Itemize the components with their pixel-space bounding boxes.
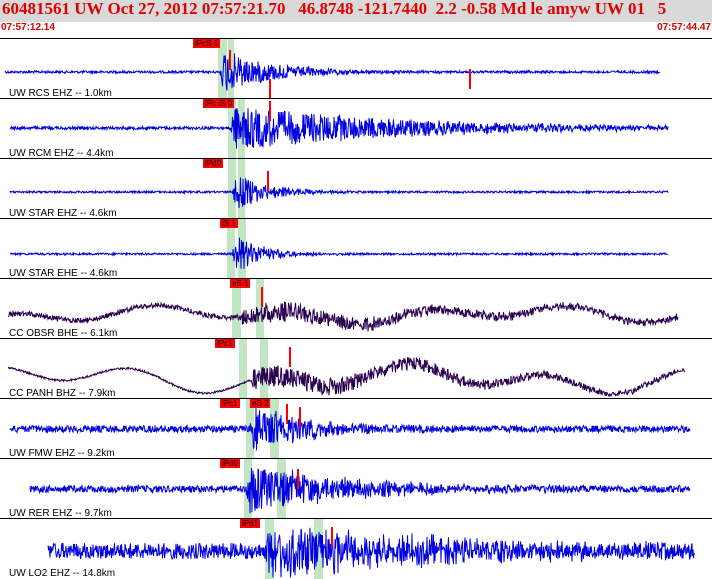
waveform-line <box>4 53 661 91</box>
trace-panel-obsr-bhe[interactable]: eS 1 CC OBSR BHE -- 6.1km <box>0 278 712 339</box>
event-title: 60481561 UW Oct 27, 2012 07:57:21.70 46.… <box>2 0 667 18</box>
trace-panel-star-ehz[interactable]: iPd0 UW STAR EHZ -- 4.6km <box>0 158 712 219</box>
waveform-line <box>47 527 695 578</box>
waveform-line <box>9 107 669 149</box>
title-bar: 60481561 UW Oct 27, 2012 07:57:21.70 46.… <box>0 0 712 22</box>
phase-pick-label[interactable]: iPc1 <box>220 399 240 408</box>
phase-pick-label[interactable]: eS 2 <box>250 399 271 408</box>
trace-panel-rer-ehz[interactable]: iPd0 UW RER EHZ -- 9.7km <box>0 458 712 519</box>
start-time-label: 07:57:12.14 <box>1 22 55 33</box>
trace-panel-lo2-ehz[interactable]: iPd1 UW LO2 EHZ -- 14.8km <box>0 518 712 579</box>
phase-pick-label[interactable]: iPcS 1 <box>193 39 221 48</box>
station-label: UW LO2 EHZ -- 14.8km <box>9 568 116 579</box>
trace-panel-star-ehe[interactable]: iS 1 UW STAR EHE -- 4.6km <box>0 218 712 279</box>
phase-pick-label[interactable]: eS 1 <box>230 279 251 288</box>
trace-panel-panh-bhz[interactable]: iPc1 CC PANH BHZ -- 7.9km <box>0 338 712 399</box>
trace-panel-fmw-ehz[interactable]: iPc1 eS 2 UW FMW EHZ -- 9.2km <box>0 398 712 459</box>
phase-pick-label[interactable]: iPd1 <box>240 519 261 528</box>
phase-pick-label[interactable]: iS 1 <box>220 219 238 228</box>
phase-pick-label[interactable]: iPc iS 0 <box>203 99 235 108</box>
end-time-label: 07:57:44.47 <box>657 22 711 33</box>
phase-pick-label[interactable]: iPd0 <box>220 459 241 468</box>
waveform-line <box>29 467 691 514</box>
waveform-line <box>9 237 669 269</box>
trace-panel-rcm-ehz[interactable]: iPc iS 0 UW RCM EHZ -- 4.4km <box>0 98 712 159</box>
waveform-line <box>9 177 669 209</box>
trace-panel-rcs-ehz[interactable]: iPcS 1 UW RCS EHZ -- 1.0km <box>0 38 712 99</box>
phase-pick-label[interactable]: iPd0 <box>203 159 224 168</box>
waveform-line <box>9 407 691 451</box>
phase-pick-label[interactable]: iPc1 <box>215 339 235 348</box>
